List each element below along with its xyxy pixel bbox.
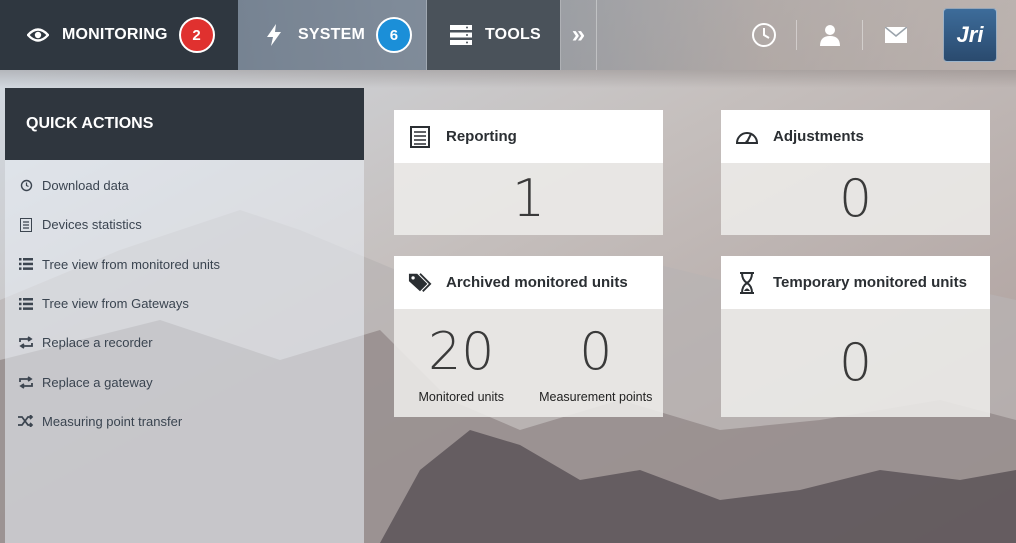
sidebar-item-label: Measuring point transfer bbox=[42, 413, 183, 429]
reporting-count: 1 bbox=[511, 169, 546, 229]
tab-monitoring[interactable]: MONITORING 2 bbox=[0, 0, 238, 70]
monitored-units-stat: 20 Monitored units bbox=[394, 309, 529, 417]
monitored-units-label: Monitored units bbox=[418, 390, 504, 404]
eye-icon bbox=[26, 23, 50, 47]
reporting-title: Reporting bbox=[446, 128, 517, 145]
hourglass-icon bbox=[735, 271, 759, 294]
sidebar-item-tree-view-monitored-units[interactable]: Tree view from monitored units bbox=[5, 245, 364, 284]
reporting-card[interactable]: Reporting 1 bbox=[394, 110, 663, 235]
temporary-count: 0 bbox=[838, 333, 873, 393]
tab-system-label: SYSTEM bbox=[298, 26, 365, 43]
sidebar-item-label: Download data bbox=[42, 178, 129, 194]
list-document-icon bbox=[16, 217, 36, 233]
more-tabs-button[interactable]: » bbox=[560, 0, 597, 70]
tab-system[interactable]: SYSTEM 6 bbox=[238, 0, 427, 70]
logo-text: Jri bbox=[956, 22, 984, 47]
sidebar-item-devices-statistics[interactable]: Devices statistics bbox=[5, 205, 364, 244]
tree-list-icon bbox=[16, 256, 36, 272]
sidebar-item-tree-view-gateways[interactable]: Tree view from Gateways bbox=[5, 284, 364, 323]
archived-monitored-units-card[interactable]: Archived monitored units 20 Monitored un… bbox=[394, 256, 663, 417]
topbar-shadow bbox=[0, 70, 1016, 88]
tab-tools[interactable]: TOOLS bbox=[427, 0, 560, 70]
lightning-icon bbox=[262, 23, 286, 47]
measurement-points-count: 0 bbox=[579, 322, 613, 382]
swap-icon bbox=[16, 335, 36, 351]
adjustments-title: Adjustments bbox=[773, 128, 864, 145]
download-clock-icon bbox=[16, 178, 36, 194]
adjustments-count: 0 bbox=[838, 169, 873, 229]
monitoring-count-badge: 2 bbox=[178, 17, 215, 53]
user-icon bbox=[819, 25, 840, 46]
sidebar-item-measuring-point-transfer[interactable]: Measuring point transfer bbox=[5, 402, 364, 441]
sidebar-item-replace-gateway[interactable]: Replace a gateway bbox=[5, 362, 364, 401]
double-chevron-right-icon: » bbox=[571, 21, 586, 48]
measurement-points-stat: 0 Measurement points bbox=[529, 309, 664, 417]
server-stack-icon bbox=[449, 23, 473, 47]
quick-actions-title: QUICK ACTIONS bbox=[5, 88, 364, 160]
adjustments-card[interactable]: Adjustments 0 bbox=[721, 110, 990, 235]
sidebar-item-label: Tree view from monitored units bbox=[42, 256, 220, 272]
gauge-icon bbox=[735, 126, 759, 148]
clock-icon bbox=[751, 23, 776, 47]
temporary-title: Temporary monitored units bbox=[773, 274, 967, 291]
user-button[interactable] bbox=[797, 20, 863, 50]
sidebar-item-label: Devices statistics bbox=[42, 217, 142, 233]
archived-title: Archived monitored units bbox=[446, 274, 628, 291]
sidebar-item-label: Replace a recorder bbox=[42, 335, 153, 351]
tree-list-icon bbox=[16, 296, 36, 312]
mail-icon bbox=[885, 27, 907, 43]
swap-icon bbox=[16, 374, 36, 390]
measurement-points-label: Measurement points bbox=[539, 390, 653, 404]
tags-icon bbox=[408, 272, 432, 294]
clock-button[interactable] bbox=[731, 20, 797, 50]
messages-button[interactable] bbox=[863, 20, 929, 50]
system-count-badge: 6 bbox=[376, 17, 412, 53]
tab-tools-label: TOOLS bbox=[485, 26, 541, 43]
jri-logo[interactable]: Jri bbox=[943, 8, 997, 62]
sidebar-item-label: Replace a gateway bbox=[42, 374, 153, 390]
report-list-icon bbox=[408, 125, 432, 148]
tab-monitoring-label: MONITORING bbox=[62, 26, 168, 43]
quick-actions-sidebar: QUICK ACTIONS Download data Devices stat… bbox=[5, 88, 364, 543]
sidebar-item-label: Tree view from Gateways bbox=[42, 296, 189, 312]
monitored-units-count: 20 bbox=[428, 322, 495, 382]
sidebar-item-download-data[interactable]: Download data bbox=[5, 166, 364, 205]
temporary-monitored-units-card[interactable]: Temporary monitored units 0 bbox=[721, 256, 990, 417]
top-navigation-bar: MONITORING 2 SYSTEM 6 TOOLS » Jri bbox=[0, 0, 1016, 70]
shuffle-icon bbox=[16, 413, 36, 429]
sidebar-item-replace-recorder[interactable]: Replace a recorder bbox=[5, 323, 364, 362]
